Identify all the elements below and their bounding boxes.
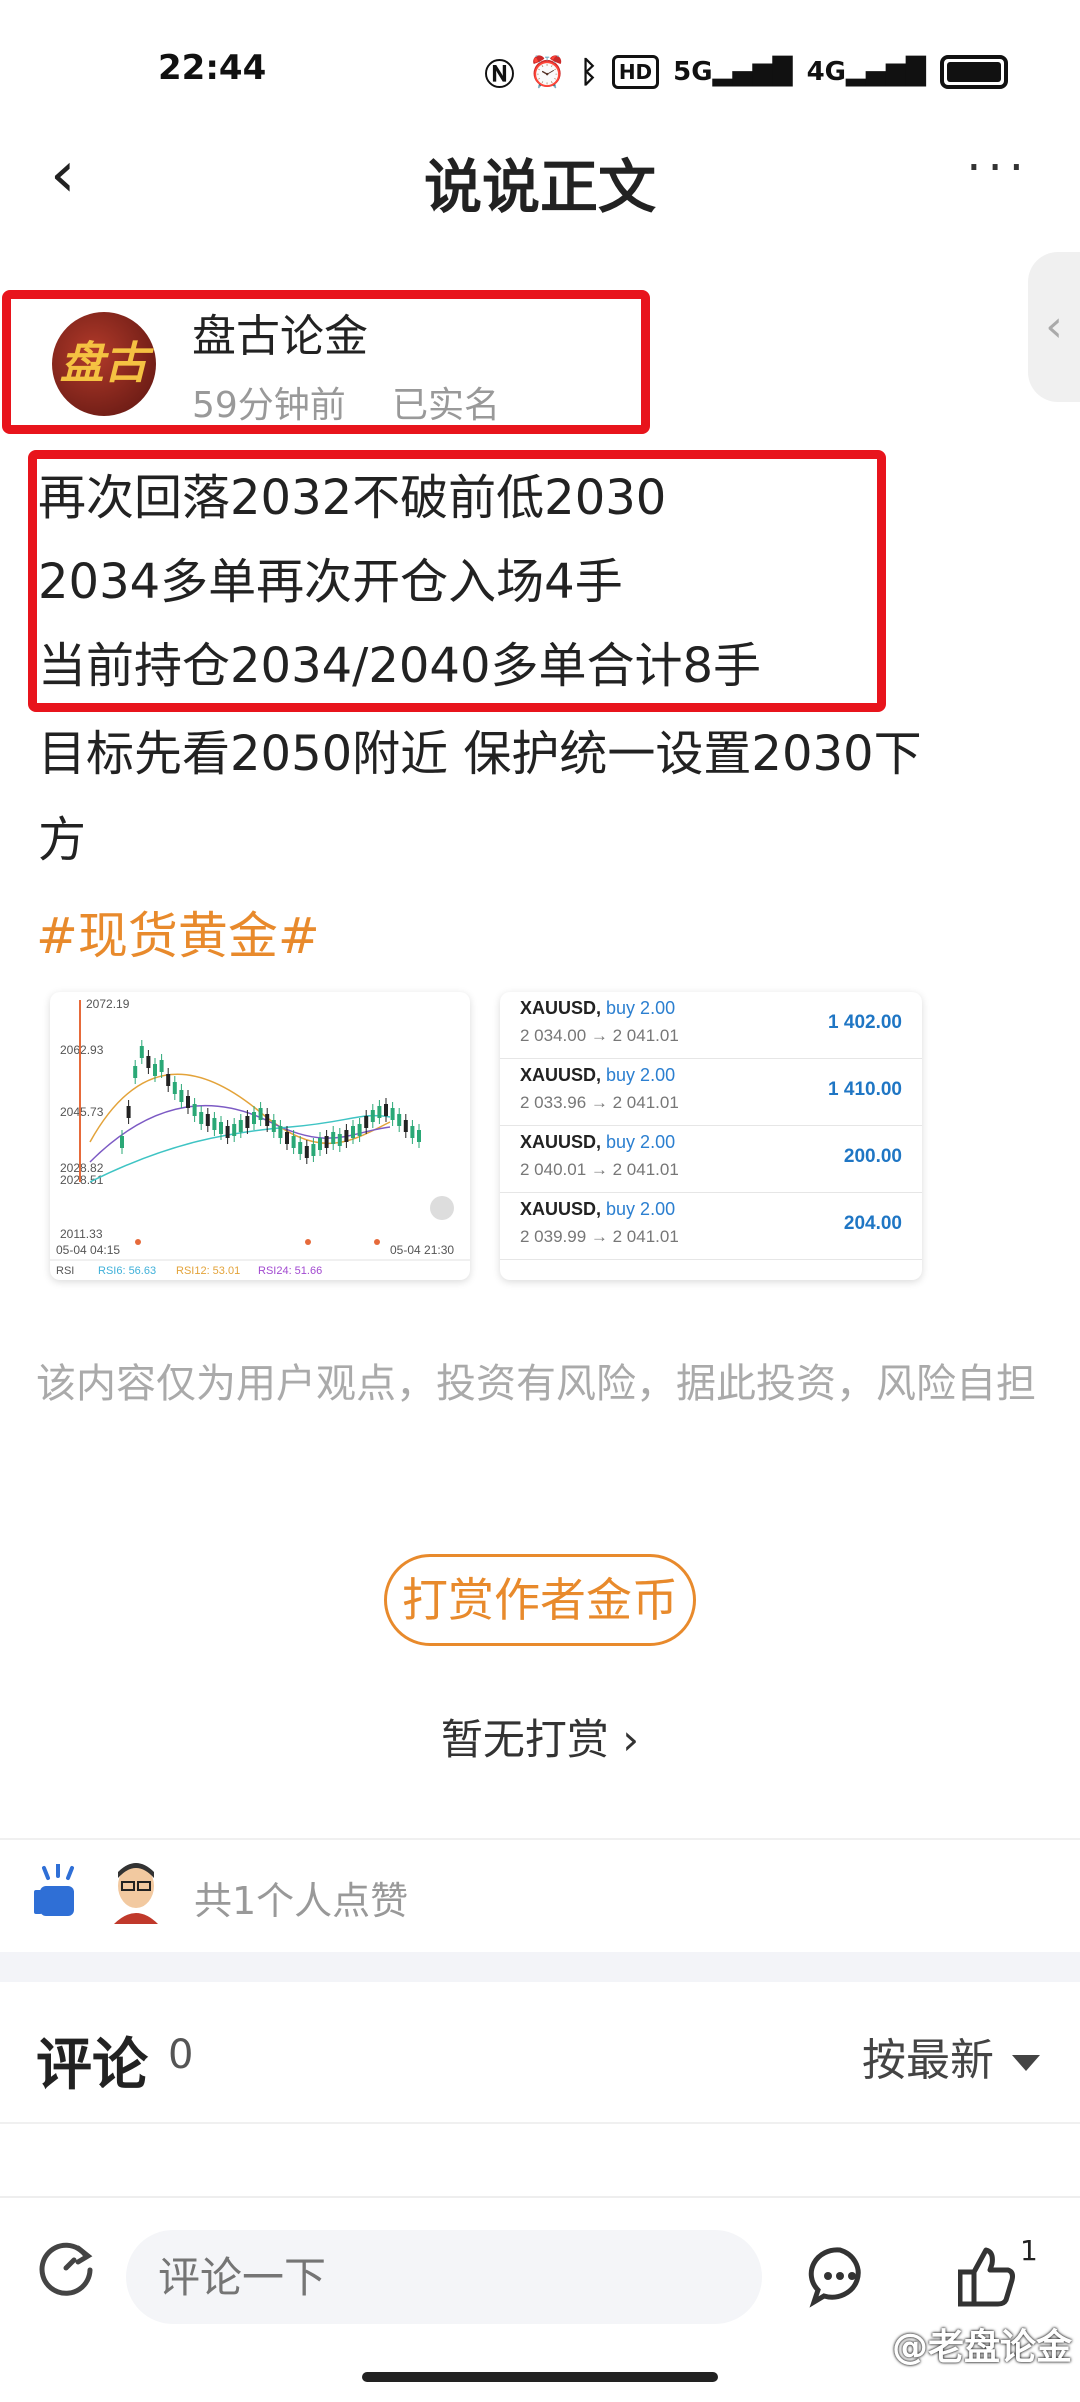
risk-disclaimer: 该内容仅为用户观点，投资有风险，据此投资，风险自担 bbox=[36, 1361, 1036, 1407]
page-title: 说说正文 bbox=[423, 153, 656, 221]
4g-signal-icon: 4G▂▄▆█ bbox=[806, 57, 926, 87]
event-marker bbox=[305, 1239, 311, 1245]
author-avatar[interactable]: 盘古 bbox=[52, 312, 156, 416]
chart-image-thumbnail[interactable]: 2072.19 2062.93 2045.73 2028.82 2028.51 … bbox=[50, 992, 470, 1280]
expand-icon[interactable] bbox=[430, 1196, 454, 1220]
hashtag-link[interactable]: #现货黄金# bbox=[36, 896, 320, 968]
trade-symbol: XAUUSD, buy 2.00 bbox=[520, 998, 676, 1018]
trade-direction: buy 2.00 bbox=[606, 1065, 676, 1085]
like-hand-icon bbox=[34, 1864, 74, 1916]
event-marker bbox=[135, 1239, 141, 1245]
trade-prices: 2 033.96 → 2 041.01 bbox=[520, 1093, 679, 1112]
divider bbox=[0, 2122, 1080, 2124]
trade-row[interactable]: XAUUSD, buy 2.00 2 040.01 → 2 041.01 200.0… bbox=[500, 1126, 922, 1193]
reward-author-button[interactable]: 打赏作者金币 bbox=[384, 1554, 696, 1646]
trade-prices: 2 039.99 → 2 041.01 bbox=[520, 1227, 679, 1246]
comment-bubble-icon[interactable] bbox=[808, 2244, 872, 2308]
trade-direction: buy 2.00 bbox=[606, 1199, 676, 1219]
trade-positions-thumbnail[interactable]: XAUUSD, buy 2.00 2 034.00 → 2 041.01 1 402… bbox=[500, 992, 922, 1280]
battery-icon bbox=[940, 55, 1008, 89]
post-line: 方 bbox=[38, 812, 87, 868]
trade-row[interactable]: XAUUSD, buy 2.00 2 033.96 → 2 041.01 1 410… bbox=[500, 1059, 922, 1126]
side-drawer-tab[interactable]: ‹ bbox=[1028, 252, 1080, 402]
like-count: 1 bbox=[1020, 2234, 1038, 2267]
reward-list-link[interactable]: 暂无打赏 › bbox=[0, 1706, 1080, 1767]
5g-signal-icon: 5G▂▄▆█ bbox=[673, 57, 793, 87]
comment-sort-dropdown[interactable]: 按最新 bbox=[862, 2024, 1040, 2088]
price-label: 2045.73 bbox=[60, 1105, 104, 1119]
caret-down-icon bbox=[1012, 2055, 1040, 2071]
post-line: 目标先看2050附近 保护统一设置2030下 bbox=[38, 726, 922, 782]
trade-profit: 200.00 bbox=[843, 1146, 902, 1167]
divider bbox=[0, 1838, 1080, 1840]
trade-list: XAUUSD, buy 2.00 2 034.00 → 2 041.01 1 402… bbox=[500, 992, 922, 1260]
thumbs-up-icon[interactable] bbox=[958, 2244, 1016, 2308]
post-time: 59分钟前 bbox=[192, 385, 346, 426]
rsi6-value: RSI6: 56.63 bbox=[98, 1265, 156, 1277]
verified-badge: 已实名 bbox=[392, 385, 501, 426]
author-name[interactable]: 盘古论金 bbox=[192, 300, 368, 364]
status-icons: Ⓝ ⏰ ᛒ HD 5G▂▄▆█ 4G▂▄▆█ bbox=[484, 50, 1008, 94]
price-label: 2062.93 bbox=[60, 1043, 104, 1057]
trade-direction: buy 2.00 bbox=[606, 1132, 676, 1152]
price-label: 2011.33 bbox=[60, 1227, 103, 1241]
trade-symbol: XAUUSD, buy 2.00 bbox=[520, 1199, 676, 1219]
post-line: 当前持仓2034/2040多单合计8手 bbox=[38, 638, 762, 694]
refresh-icon[interactable] bbox=[34, 2236, 98, 2300]
trade-prices: 2 040.01 → 2 041.01 bbox=[520, 1160, 679, 1179]
event-marker bbox=[374, 1239, 380, 1245]
liker-avatar[interactable] bbox=[108, 1858, 164, 1924]
alarm-icon: ⏰ bbox=[528, 54, 566, 90]
status-time: 22:44 bbox=[158, 48, 267, 88]
home-indicator[interactable] bbox=[362, 2372, 718, 2382]
section-divider bbox=[0, 1952, 1080, 1982]
trade-profit: 1 402.00 bbox=[828, 1012, 902, 1033]
nfc-icon: Ⓝ bbox=[484, 58, 515, 93]
trade-prices: 2 034.00 → 2 041.01 bbox=[520, 1026, 679, 1045]
post-line: 2034多单再次开仓入场4手 bbox=[38, 554, 623, 610]
trade-profit: 1 410.00 bbox=[828, 1079, 902, 1100]
rsi-label: RSI bbox=[56, 1265, 74, 1277]
post-line: 再次回落2032不破前低2030 bbox=[38, 470, 667, 526]
trade-profit: 204.00 bbox=[843, 1213, 902, 1234]
likes-summary[interactable]: 共1个人点赞 bbox=[194, 1870, 408, 1925]
price-label: 2072.19 bbox=[86, 997, 130, 1011]
trade-row[interactable]: XAUUSD, buy 2.00 2 039.99 → 2 041.01 204.0… bbox=[500, 1193, 922, 1260]
sort-label: 按最新 bbox=[862, 2035, 994, 2086]
comments-title: 评论 bbox=[36, 2033, 148, 2098]
rsi12-value: RSI12: 53.01 bbox=[176, 1265, 240, 1277]
candlestick-chart: 2072.19 2062.93 2045.73 2028.82 2028.51 … bbox=[50, 997, 470, 1277]
comment-input[interactable] bbox=[126, 2230, 762, 2324]
comments-count: 0 bbox=[168, 2032, 194, 2078]
trade-symbol: XAUUSD, buy 2.00 bbox=[520, 1065, 676, 1085]
trade-direction: buy 2.00 bbox=[606, 998, 676, 1018]
rsi24-value: RSI24: 51.66 bbox=[258, 1265, 322, 1277]
time-label: 05-04 04:15 bbox=[56, 1243, 120, 1257]
trade-symbol: XAUUSD, buy 2.00 bbox=[520, 1132, 676, 1152]
watermark: @老盘论金 bbox=[891, 2327, 1072, 2368]
trade-row[interactable]: XAUUSD, buy 2.00 2 034.00 → 2 041.01 1 402… bbox=[500, 992, 922, 1059]
price-label: 2028.51 bbox=[60, 1173, 104, 1187]
more-options-button[interactable]: ··· bbox=[966, 140, 1030, 196]
time-label: 05-04 21:30 bbox=[390, 1243, 454, 1257]
hd-icon: HD bbox=[611, 55, 660, 89]
bluetooth-icon: ᛒ bbox=[579, 54, 598, 90]
